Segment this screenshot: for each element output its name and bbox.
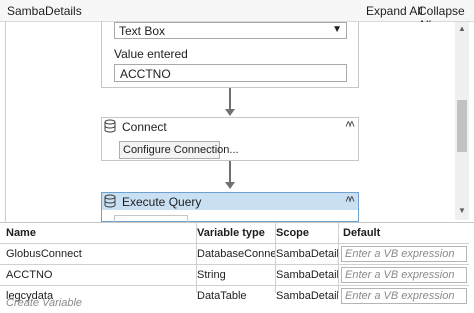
variable-scope[interactable]: SambaDetails xyxy=(276,265,338,285)
canvas-border xyxy=(5,22,6,222)
column-header-name[interactable]: Name xyxy=(6,223,196,243)
variable-type[interactable]: DatabaseConnection xyxy=(197,244,275,264)
value-entered-label: Value entered xyxy=(114,47,188,61)
flow-arrow-icon xyxy=(225,109,235,116)
variable-scope[interactable]: SambaDetails xyxy=(276,286,338,306)
variable-scope[interactable]: SambaDetails xyxy=(276,244,338,264)
database-icon xyxy=(104,194,116,208)
vertical-scrollbar[interactable]: ▲ ▼ xyxy=(455,22,469,220)
table-row[interactable]: ACCTNO String SambaDetails Enter a VB ex… xyxy=(0,265,474,285)
execute-query-title: Execute Query xyxy=(122,195,202,209)
variable-type[interactable]: String xyxy=(197,265,275,285)
variable-name[interactable]: GlobusConnect xyxy=(6,244,196,264)
connect-activity[interactable]: Connect ˄˄ Configure Connection... xyxy=(101,117,359,161)
variable-type[interactable]: DataTable xyxy=(197,286,275,306)
input-type-dropdown[interactable]: Text Box ▼ xyxy=(114,22,347,39)
type-into-activity[interactable]: Text Box ▼ Value entered ACCTNO xyxy=(101,22,359,88)
variable-default-input[interactable]: Enter a VB expression xyxy=(341,246,467,262)
execute-query-activity[interactable]: Execute Query ˄˄ xyxy=(101,192,359,223)
column-header-type[interactable]: Variable type xyxy=(197,223,275,243)
workflow-title: SambaDetails xyxy=(7,4,82,18)
scroll-up-icon[interactable]: ▲ xyxy=(455,24,469,36)
variables-header-row: Name Variable type Scope Default xyxy=(0,223,474,243)
chevron-down-icon[interactable]: ▼ xyxy=(332,24,342,35)
expand-all-button[interactable]: Expand All xyxy=(366,4,423,18)
flow-connector-line xyxy=(229,161,231,183)
collapse-chevron-icon[interactable]: ˄˄ xyxy=(345,119,355,131)
collapse-chevron-icon[interactable]: ˄˄ xyxy=(345,194,355,206)
column-header-default[interactable]: Default xyxy=(343,223,471,243)
scrollbar-thumb[interactable] xyxy=(457,100,467,152)
designer-toolbar: SambaDetails Expand All Collapse All xyxy=(0,0,474,32)
execute-query-header[interactable]: Execute Query ˄˄ xyxy=(102,193,358,210)
column-divider xyxy=(275,223,276,293)
flow-arrow-icon xyxy=(225,182,235,189)
value-entered-text: ACCTNO xyxy=(120,67,171,81)
column-divider xyxy=(196,223,197,293)
dropdown-value: Text Box xyxy=(119,24,166,38)
scroll-down-icon[interactable]: ▼ xyxy=(455,206,469,218)
connect-activity-title: Connect xyxy=(122,120,167,134)
table-row[interactable]: GlobusConnect DatabaseConnection SambaDe… xyxy=(0,244,474,264)
variable-default-input[interactable]: Enter a VB expression xyxy=(341,288,467,304)
database-icon xyxy=(104,119,116,133)
configure-connection-button[interactable]: Configure Connection... xyxy=(119,141,239,159)
column-header-scope[interactable]: Scope xyxy=(276,223,338,243)
flow-connector-line xyxy=(229,88,231,110)
connect-activity-header[interactable]: Connect ˄˄ xyxy=(102,118,358,135)
column-divider xyxy=(338,223,339,293)
variable-name[interactable]: ACCTNO xyxy=(6,265,196,285)
variable-default-input[interactable]: Enter a VB expression xyxy=(341,267,467,283)
create-variable-link[interactable]: Create Variable xyxy=(6,297,82,309)
variables-panel: Name Variable type Scope Default GlobusC… xyxy=(0,222,474,313)
value-entered-input[interactable]: ACCTNO xyxy=(114,64,347,82)
